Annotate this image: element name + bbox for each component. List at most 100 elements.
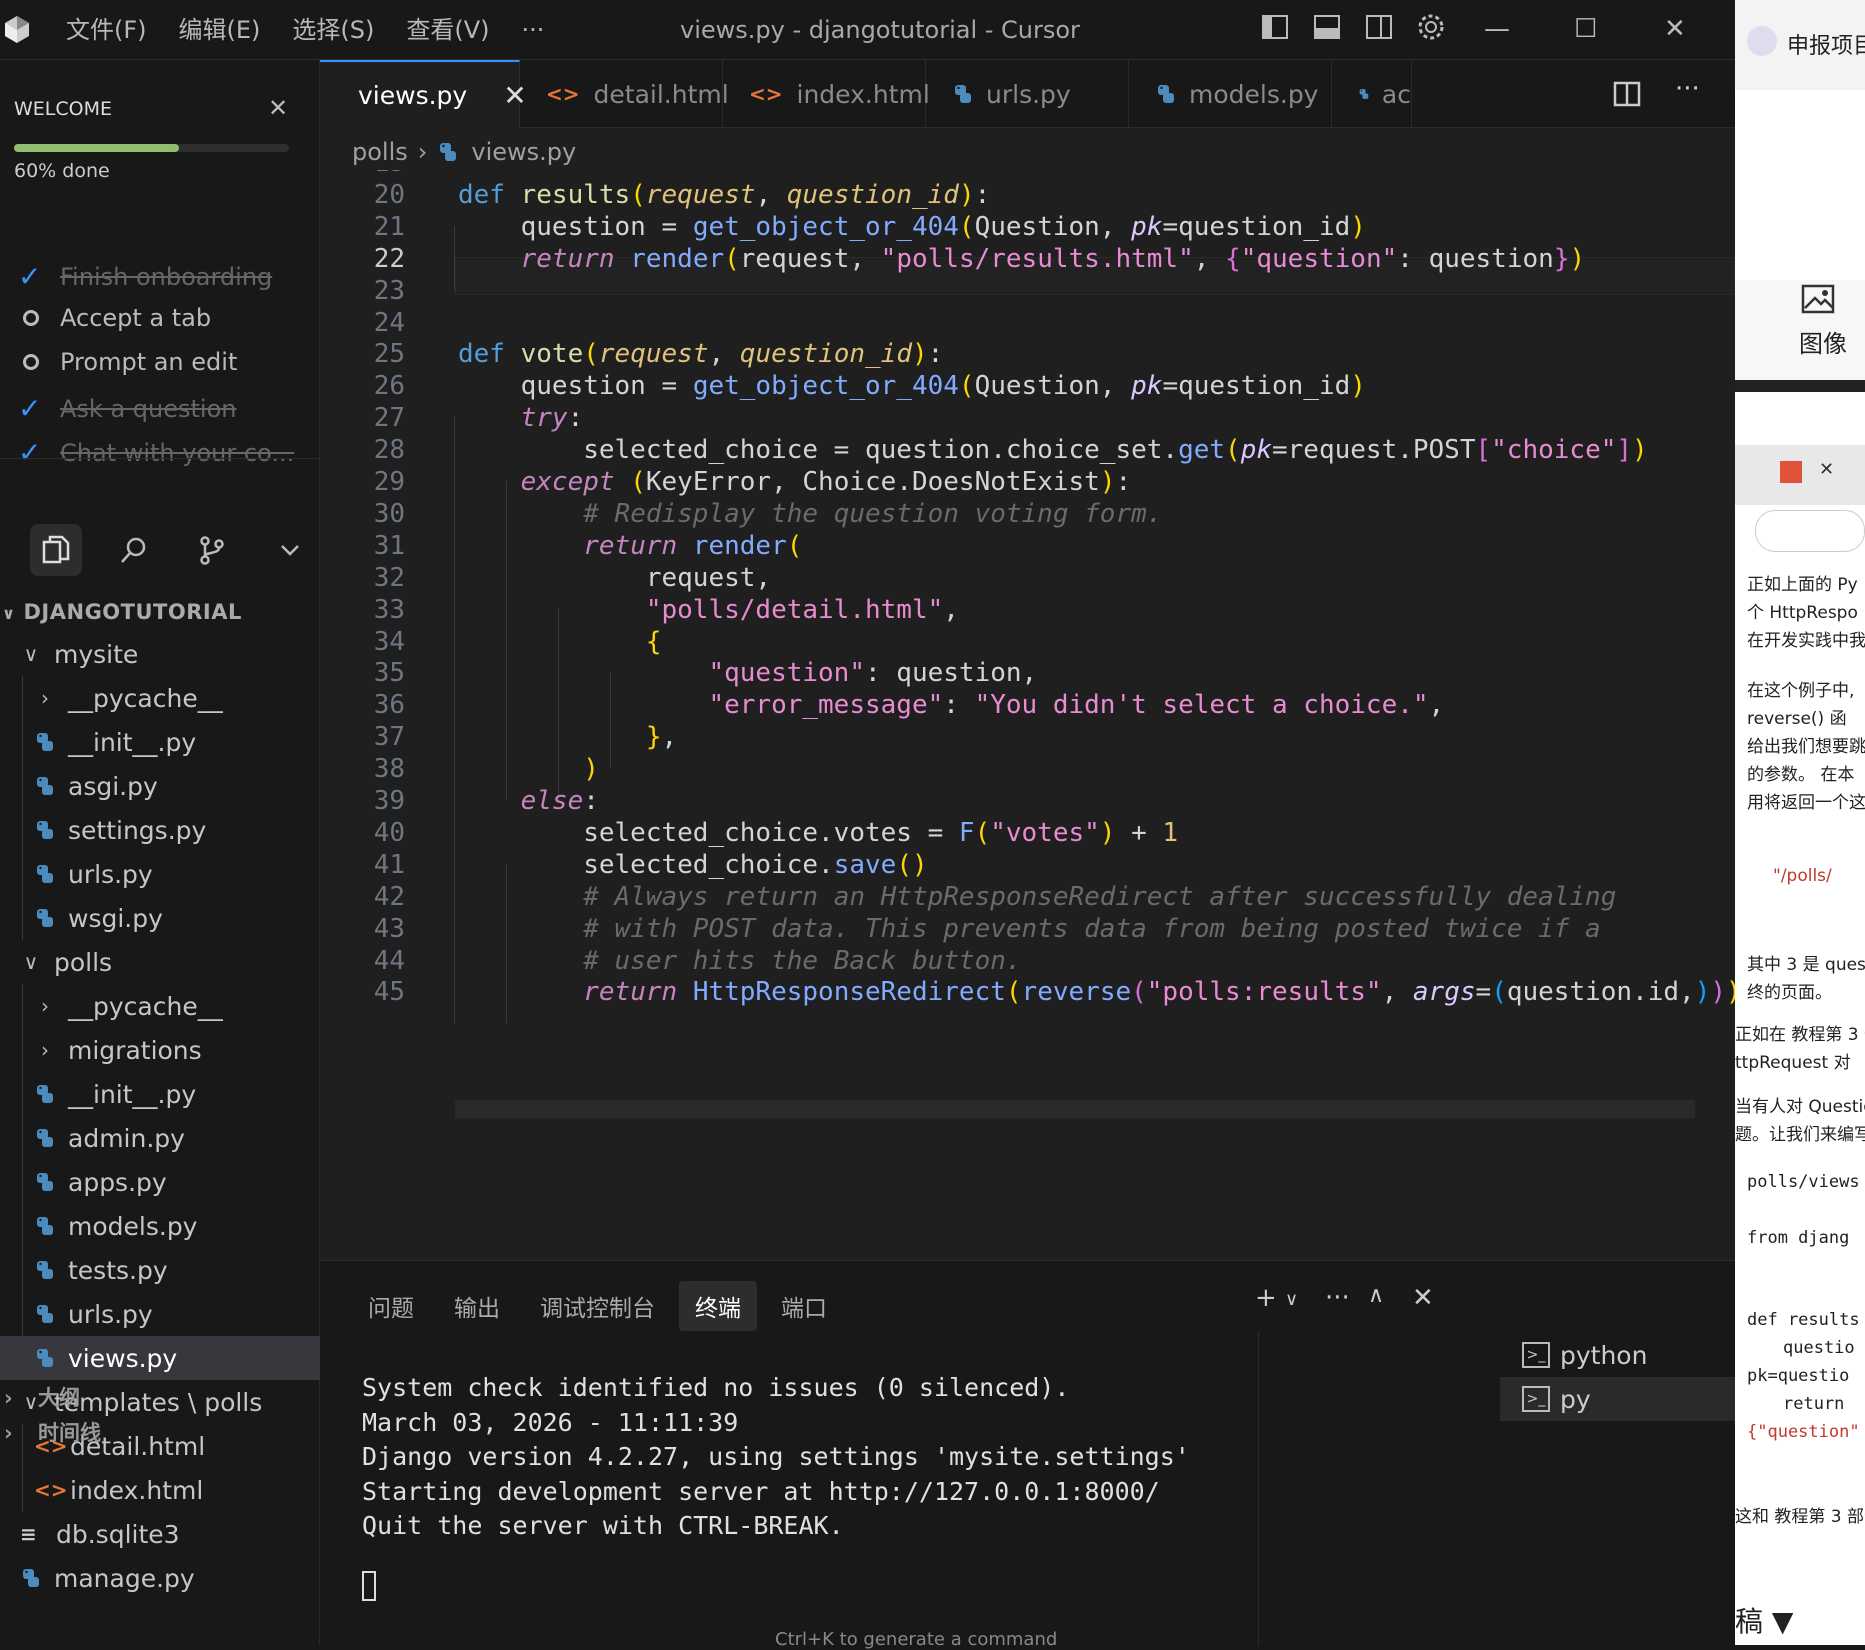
onboarding-task[interactable]: Prompt an edit <box>18 348 237 376</box>
onboarding-task[interactable]: ✓ Chat with your co... <box>18 436 294 469</box>
panel-tab[interactable]: 调试控制台 <box>524 1281 671 1331</box>
code-editor[interactable]: 1920 def results(request, question_id): 21… <box>320 170 1735 1240</box>
terminal-instance[interactable]: >_ python <box>1500 1333 1735 1377</box>
tree-file[interactable]: __init__.py <box>0 720 320 764</box>
tree-file[interactable]: wsgi.py <box>0 896 320 940</box>
onboarding-task[interactable]: ✓ Ask a question <box>18 392 236 425</box>
code-line[interactable]: try: <box>458 403 584 433</box>
tree-file[interactable]: settings.py <box>0 808 320 852</box>
code-line[interactable]: }, <box>458 722 677 752</box>
code-line[interactable]: request, <box>458 563 771 593</box>
code-line[interactable]: return HttpResponseRedirect(reverse("pol… <box>458 977 1735 1007</box>
tab-close-icon[interactable]: ✕ <box>503 79 526 112</box>
code-line[interactable]: { <box>458 627 662 657</box>
tree-file[interactable]: urls.py <box>0 1292 320 1336</box>
tab-models-py[interactable]: models.py <box>1129 60 1332 128</box>
toggle-panel-icon[interactable] <box>1312 12 1342 42</box>
onboarding-task[interactable]: ✓ Finish onboarding <box>18 260 272 293</box>
tab-urls-py[interactable]: urls.py <box>926 60 1129 128</box>
close-panel-icon[interactable]: ✕ <box>1412 1283 1434 1313</box>
code-line[interactable]: # user hits the Back button. <box>458 946 1021 976</box>
chevron-down-icon[interactable] <box>264 524 316 576</box>
panel-tab[interactable]: 端口 <box>765 1281 843 1331</box>
explorer-icon[interactable] <box>30 524 82 576</box>
split-editor-icon[interactable] <box>1613 80 1641 108</box>
tree-folder[interactable]: › migrations <box>0 1028 320 1072</box>
code-line[interactable]: return render(request, "polls/results.ht… <box>458 244 1586 274</box>
source-control-icon[interactable] <box>186 524 238 576</box>
panel-tab[interactable]: 终端 <box>679 1281 757 1331</box>
toggle-secondary-sidebar-icon[interactable] <box>1364 12 1394 42</box>
code-line[interactable]: def vote(request, question_id): <box>458 339 943 369</box>
minimize-button[interactable]: — <box>1484 14 1510 44</box>
code-line[interactable]: return render( <box>458 531 802 561</box>
tree-file[interactable]: admin.py <box>0 1116 320 1160</box>
timeline-section[interactable]: › 时间线 <box>0 1417 101 1447</box>
onboarding-task[interactable]: Accept a tab <box>18 304 211 332</box>
browser-tab-close-icon[interactable]: ✕ <box>1819 459 1834 480</box>
tree-file[interactable]: tests.py <box>0 1248 320 1292</box>
maximize-panel-icon[interactable]: ∧ <box>1368 1283 1384 1308</box>
tree-file[interactable]: ≡ db.sqlite3 <box>0 1512 320 1556</box>
terminal-output[interactable]: System check identified no issues (0 sil… <box>362 1371 1190 1544</box>
tree-file[interactable]: <> index.html <box>0 1468 320 1512</box>
tree-file[interactable]: __init__.py <box>0 1072 320 1116</box>
code-line[interactable]: # Always return an HttpResponseRedirect … <box>458 882 1616 912</box>
tree-file[interactable]: asgi.py <box>0 764 320 808</box>
breadcrumb-folder[interactable]: polls <box>352 138 408 166</box>
panel-tab[interactable]: 问题 <box>352 1281 430 1331</box>
code-line[interactable]: # with POST data. This prevents data fro… <box>458 914 1600 944</box>
breadcrumb-file[interactable]: views.py <box>471 138 576 166</box>
code-line[interactable]: question = get_object_or_404(Question, p… <box>458 371 1366 401</box>
tree-folder[interactable]: › __pycache__ <box>0 984 320 1028</box>
menu-edit[interactable]: 编辑(E) <box>179 12 261 48</box>
maximize-button[interactable]: ☐ <box>1574 14 1597 44</box>
code-line[interactable]: "polls/detail.html", <box>458 595 959 625</box>
code-line[interactable]: question = get_object_or_404(Question, p… <box>458 212 1366 242</box>
terminal-instance[interactable]: >_ py <box>1500 1377 1735 1421</box>
tree-file[interactable]: apps.py <box>0 1160 320 1204</box>
tree-folder[interactable]: ∨ mysite <box>0 632 320 676</box>
line-number: 32 <box>373 562 405 593</box>
code-line[interactable]: "question": question, <box>458 658 1037 688</box>
code-line[interactable]: selected_choice.save() <box>458 850 927 880</box>
code-line[interactable]: selected_choice = question.choice_set.ge… <box>458 435 1647 465</box>
code-line[interactable]: except (KeyError, Choice.DoesNotExist): <box>458 467 1132 497</box>
project-header[interactable]: ∨ DJANGOTUTORIAL <box>0 600 262 624</box>
tree-file[interactable]: urls.py <box>0 852 320 896</box>
code-line[interactable]: "error_message": "You didn't select a ch… <box>458 690 1444 720</box>
close-window-button[interactable]: ✕ <box>1664 14 1686 44</box>
more-actions-icon[interactable]: ··· <box>1675 74 1700 104</box>
horizontal-scrollbar[interactable] <box>455 1100 1695 1118</box>
menu-selection[interactable]: 选择(S) <box>292 12 374 48</box>
menu-more[interactable]: ··· <box>522 12 545 48</box>
code-line[interactable]: def results(request, question_id): <box>458 180 990 210</box>
terminal-dropdown-chevron-icon[interactable]: ∨ <box>1285 1289 1298 1310</box>
panel-more-icon[interactable]: ··· <box>1325 1283 1350 1313</box>
menu-view[interactable]: 查看(V) <box>406 12 489 48</box>
address-bar[interactable] <box>1755 510 1865 552</box>
tree-file[interactable]: views.py <box>0 1336 320 1380</box>
tree-file[interactable]: models.py <box>0 1204 320 1248</box>
menu-file[interactable]: 文件(F) <box>66 12 147 48</box>
image-tool[interactable]: 图像 <box>1735 280 1865 380</box>
code-line[interactable]: selected_choice.votes = F("votes") + 1 <box>458 818 1178 848</box>
panel-tab[interactable]: 输出 <box>438 1281 516 1331</box>
tree-file[interactable]: manage.py <box>0 1556 320 1600</box>
toggle-primary-sidebar-icon[interactable] <box>1260 12 1290 42</box>
tree-folder[interactable]: › __pycache__ <box>0 676 320 720</box>
line-number: 40 <box>373 817 405 848</box>
new-terminal-icon[interactable]: + <box>1255 1283 1277 1313</box>
code-line[interactable]: else: <box>458 786 599 816</box>
outline-section[interactable]: › 大纲 <box>0 1382 80 1412</box>
settings-gear-icon[interactable] <box>1416 12 1446 42</box>
code-line[interactable]: ) <box>458 754 599 784</box>
tree-folder[interactable]: ∨ polls <box>0 940 320 984</box>
welcome-close-icon[interactable]: ✕ <box>268 94 288 122</box>
tab-ac[interactable]: ac <box>1332 60 1412 128</box>
tab-index-html[interactable]: <> index.html <box>723 60 930 128</box>
tab-detail-html[interactable]: <> detail.html <box>520 60 729 128</box>
code-line[interactable]: # Redisplay the question voting form. <box>458 499 1162 529</box>
search-icon[interactable] <box>108 524 160 576</box>
tab-views-py[interactable]: views.py ✕ <box>320 60 527 128</box>
